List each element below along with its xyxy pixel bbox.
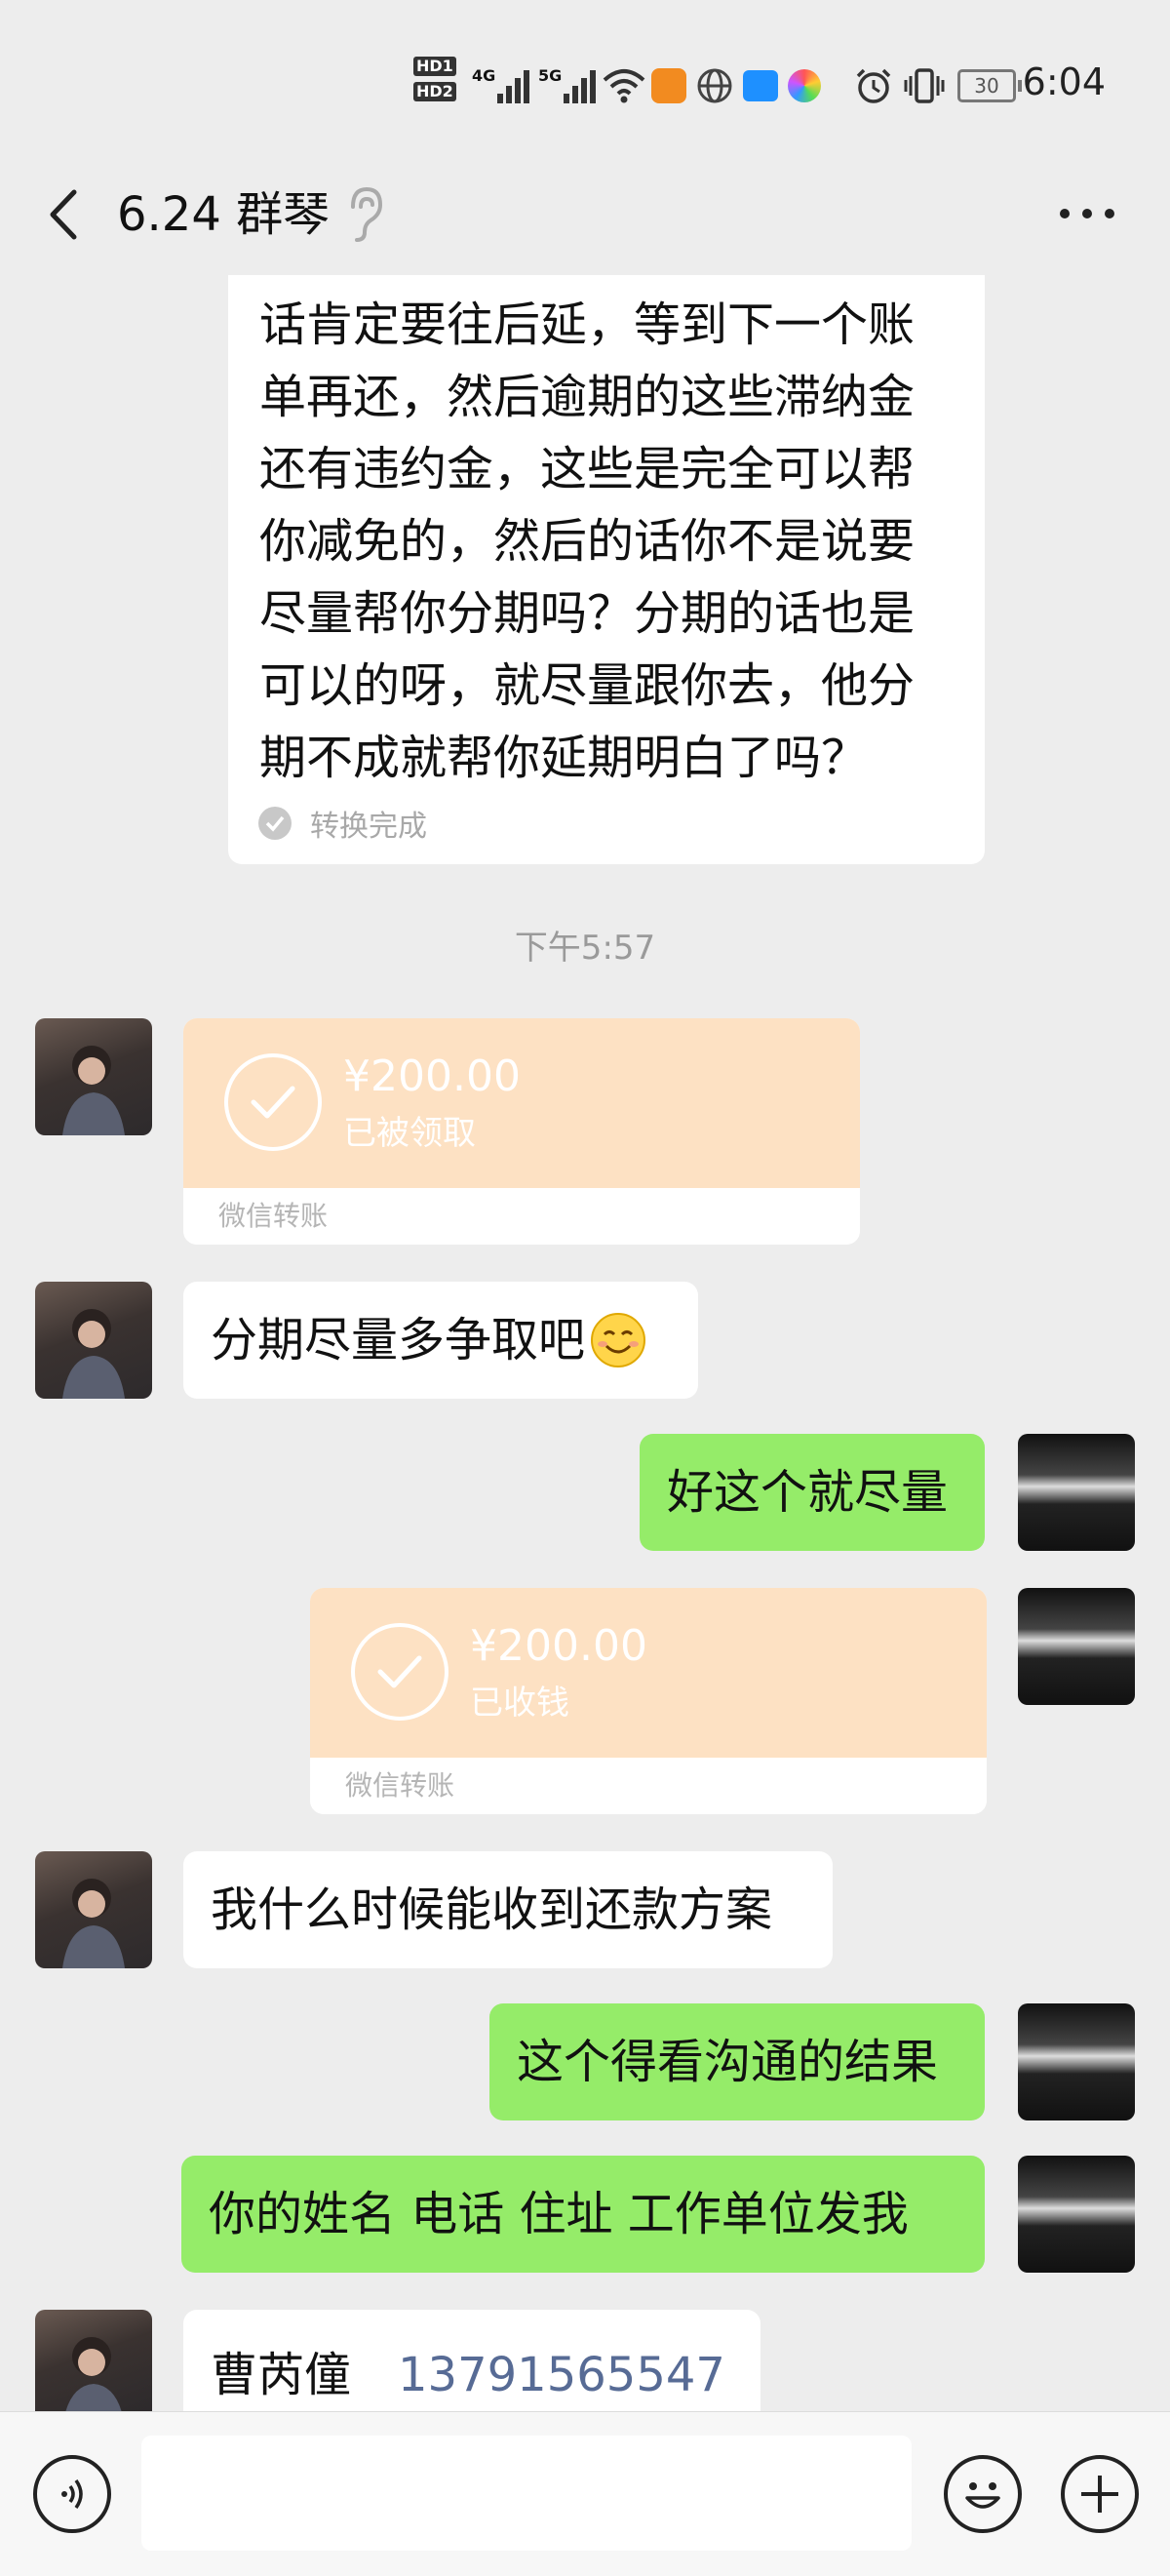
voice-text-line: 还有违约金，这些是完全可以帮	[259, 442, 916, 496]
conversion-status-text: 转换完成	[310, 810, 427, 844]
transfer-card-sent[interactable]: ¥200.00 已收钱 微信转账	[310, 1588, 987, 1814]
message-bubble-sent[interactable]: 你的姓名 电话 住址 工作单位发我	[181, 2156, 985, 2273]
vibrate-icon	[903, 59, 946, 113]
voice-text-line: 你减免的，然后的话你不是说要	[259, 514, 916, 569]
hd1-indicator: HD1	[413, 57, 456, 76]
globe-icon	[696, 59, 733, 113]
earpiece-mode-icon	[343, 183, 386, 246]
chat-title: 6.24 群琴	[117, 187, 331, 242]
message-text: 分期尽量多争取吧	[211, 1313, 586, 1367]
more-features-button[interactable]	[1061, 2455, 1139, 2533]
uc-browser-icon	[651, 59, 686, 113]
message-input[interactable]	[141, 2436, 912, 2551]
message-timestamp: 下午5:57	[514, 929, 656, 968]
my-avatar[interactable]	[1018, 1588, 1135, 1705]
more-button[interactable]	[1053, 189, 1121, 238]
transfer-card-received[interactable]: ¥200.00 已被领取 微信转账	[183, 1018, 860, 1245]
chat-header: 6.24 群琴	[0, 156, 1170, 273]
signal-5g-icon: 5G	[538, 59, 599, 113]
transfer-status: 已收钱	[470, 1684, 569, 1723]
message-bubble-sent[interactable]: 这个得看沟通的结果	[489, 2003, 985, 2120]
wifi-icon	[603, 59, 645, 113]
plus-icon	[1081, 2476, 1118, 2513]
battery-level: 30	[957, 69, 1016, 102]
transfer-amount: ¥200.00	[343, 1051, 521, 1101]
my-avatar[interactable]	[1018, 1434, 1135, 1551]
clock: 6:04	[1022, 60, 1106, 103]
phone-number-link[interactable]: 13791565547	[398, 2339, 725, 2411]
check-done-icon	[258, 807, 292, 840]
contact-avatar[interactable]	[35, 1018, 152, 1135]
contact-avatar[interactable]	[35, 2310, 152, 2411]
transfer-source-label: 微信转账	[183, 1188, 860, 1245]
smile-emoji-icon	[591, 1313, 646, 1367]
alarm-icon	[854, 59, 893, 113]
transfer-status: 已被领取	[343, 1114, 476, 1153]
input-bar	[0, 2411, 1170, 2576]
transfer-source-label: 微信转账	[310, 1758, 987, 1814]
message-text: 好这个就尽量	[667, 1465, 949, 1520]
transfer-done-icon	[224, 1053, 322, 1151]
voice-to-text-bubble[interactable]: 话肯定要往后延，等到下一个账 单再还，然后逾期的这些滞纳金 还有违约金，这些是完…	[228, 275, 985, 864]
contact-avatar[interactable]	[35, 1851, 152, 1968]
hd2-indicator: HD2	[413, 82, 456, 101]
transfer-amount: ¥200.00	[470, 1621, 647, 1671]
message-bubble-received[interactable]: 分期尽量多争取吧	[183, 1282, 698, 1399]
color-app-icon	[788, 59, 821, 113]
voice-text-line: 话肯定要往后延，等到下一个账	[259, 297, 916, 352]
emoji-icon	[965, 2482, 1000, 2509]
emoji-button[interactable]	[944, 2455, 1022, 2533]
transfer-card-body: ¥200.00 已被领取	[183, 1018, 860, 1188]
back-arrow-icon	[50, 189, 77, 240]
message-text: 你的姓名 电话 住址 工作单位发我	[209, 2187, 909, 2241]
my-avatar[interactable]	[1018, 2156, 1135, 2273]
back-button[interactable]	[35, 180, 103, 249]
more-icon	[1060, 209, 1114, 218]
transfer-done-icon	[351, 1623, 448, 1721]
voice-text-line: 单再还，然后逾期的这些滞纳金	[259, 370, 916, 424]
message-bubble-received[interactable]: 我什么时候能收到还款方案	[183, 1851, 833, 1968]
status-bar: HD1 HD2 4G 5G 30 6:04	[0, 0, 1170, 156]
voice-text-line: 期不成就帮你延期明白了吗？	[259, 731, 869, 785]
signal-4g-icon: 4G	[472, 59, 532, 113]
voice-text-line: 尽量帮你分期吗？分期的话也是	[259, 586, 916, 641]
contact-name-text: 曹芮僮	[211, 2348, 352, 2402]
my-avatar[interactable]	[1018, 2003, 1135, 2120]
message-bubble-received[interactable]: 曹芮僮 13791565547	[183, 2310, 760, 2411]
net2-label: 5G	[538, 66, 563, 85]
battery-icon: 30	[957, 59, 1022, 113]
transfer-card-body: ¥200.00 已收钱	[310, 1588, 987, 1758]
contact-avatar[interactable]	[35, 1282, 152, 1399]
voice-icon	[61, 2478, 83, 2510]
message-bubble-sent[interactable]: 好这个就尽量	[640, 1434, 985, 1551]
message-text: 我什么时候能收到还款方案	[211, 1882, 773, 1937]
conversion-status: 转换完成	[257, 802, 427, 845]
voice-text-line: 可以的呀，就尽量跟你去，他分	[259, 658, 916, 713]
voice-text-content: 话肯定要往后延，等到下一个账 单再还，然后逾期的这些滞纳金 还有违约金，这些是完…	[259, 289, 915, 794]
net1-label: 4G	[472, 66, 496, 85]
app-notification-icon	[743, 59, 778, 113]
message-text: 这个得看沟通的结果	[517, 2035, 939, 2089]
voice-input-button[interactable]	[33, 2455, 111, 2533]
